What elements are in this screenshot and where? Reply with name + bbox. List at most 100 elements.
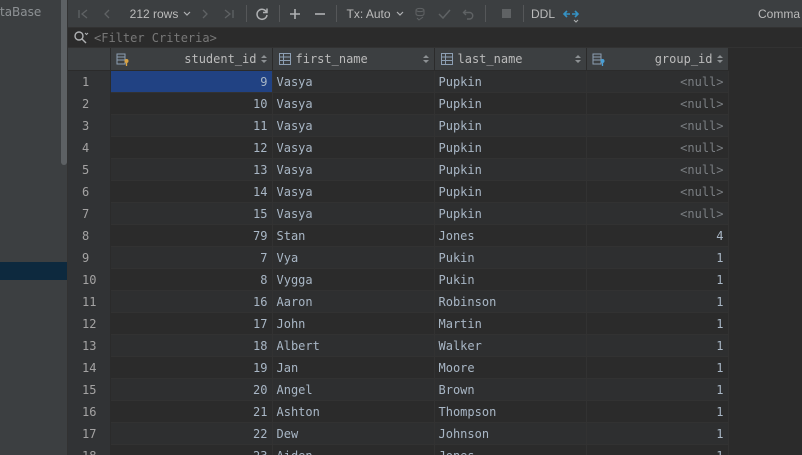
row-number[interactable]: 10: [68, 268, 111, 291]
cell-student-id[interactable]: 20: [110, 378, 273, 401]
column-header-group-id[interactable]: group_id: [586, 48, 729, 71]
row-number[interactable]: 17: [68, 422, 111, 445]
cell-last-name[interactable]: Pupkin: [434, 92, 587, 115]
cell-group-id[interactable]: 1: [586, 422, 729, 445]
row-number[interactable]: 15: [68, 378, 111, 401]
cell-student-id[interactable]: 22: [110, 422, 273, 445]
cell-last-name[interactable]: Walker: [434, 334, 587, 357]
cell-group-id[interactable]: <null>: [586, 158, 729, 181]
cell-last-name[interactable]: Martin: [434, 312, 587, 335]
cell-last-name[interactable]: Thompson: [434, 400, 587, 423]
cell-group-id[interactable]: <null>: [586, 202, 729, 225]
rows-count-dropdown[interactable]: 212 rows: [123, 0, 198, 27]
cell-first-name[interactable]: Stan: [272, 224, 435, 247]
cell-student-id[interactable]: 21: [110, 400, 273, 423]
cell-first-name[interactable]: Vasya: [272, 70, 435, 93]
cell-group-id[interactable]: 1: [586, 290, 729, 313]
cell-last-name[interactable]: Pukin: [434, 268, 587, 291]
table-row[interactable]: 17 22 Dew Johnson 1: [68, 422, 729, 445]
row-number[interactable]: 4: [68, 136, 111, 159]
cell-student-id[interactable]: 8: [110, 268, 273, 291]
cell-last-name[interactable]: Pupkin: [434, 136, 587, 159]
table-row[interactable]: 5 13 Vasya Pupkin <null>: [68, 158, 729, 181]
row-number[interactable]: 13: [68, 334, 111, 357]
cell-student-id[interactable]: 11: [110, 114, 273, 137]
cell-first-name[interactable]: Aaron: [272, 290, 435, 313]
cell-first-name[interactable]: Angel: [272, 378, 435, 401]
selected-tree-row[interactable]: [0, 262, 68, 280]
table-row[interactable]: 2 10 Vasya Pupkin <null>: [68, 92, 729, 115]
cell-last-name[interactable]: Brown: [434, 378, 587, 401]
row-number[interactable]: 6: [68, 180, 111, 203]
cell-group-id[interactable]: 1: [586, 312, 729, 335]
table-row[interactable]: 16 21 Ashton Thompson 1: [68, 400, 729, 423]
cell-last-name[interactable]: Johnson: [434, 422, 587, 445]
cell-last-name[interactable]: Jones: [434, 444, 587, 455]
cell-group-id[interactable]: 1: [586, 400, 729, 423]
cell-student-id[interactable]: 7: [110, 246, 273, 269]
cell-first-name[interactable]: Vasya: [272, 202, 435, 225]
row-number[interactable]: 18: [68, 444, 111, 455]
cell-group-id[interactable]: 1: [586, 356, 729, 379]
row-number[interactable]: 12: [68, 312, 111, 335]
cell-last-name[interactable]: Pupkin: [434, 70, 587, 93]
cell-last-name[interactable]: Jones: [434, 224, 587, 247]
cell-student-id[interactable]: 14: [110, 180, 273, 203]
cell-first-name[interactable]: Ashton: [272, 400, 435, 423]
cell-last-name[interactable]: Pupkin: [434, 180, 587, 203]
cell-last-name[interactable]: Pupkin: [434, 158, 587, 181]
cell-student-id[interactable]: 18: [110, 334, 273, 357]
table-row[interactable]: 15 20 Angel Brown 1: [68, 378, 729, 401]
table-row[interactable]: 7 15 Vasya Pupkin <null>: [68, 202, 729, 225]
cell-first-name[interactable]: Vygga: [272, 268, 435, 291]
row-number[interactable]: 16: [68, 400, 111, 423]
row-number[interactable]: 11: [68, 290, 111, 313]
row-number[interactable]: 9: [68, 246, 111, 269]
sort-icon[interactable]: [574, 54, 581, 64]
cell-student-id[interactable]: 9: [110, 70, 273, 93]
stop-icon[interactable]: [497, 0, 515, 27]
table-row[interactable]: 13 18 Albert Walker 1: [68, 334, 729, 357]
compare-icon[interactable]: [560, 0, 582, 27]
column-header-student-id[interactable]: student_id: [110, 48, 273, 71]
sort-icon[interactable]: [716, 54, 723, 64]
last-page-icon[interactable]: [220, 0, 238, 27]
cell-group-id[interactable]: 1: [586, 334, 729, 357]
rollback-icon[interactable]: [459, 0, 477, 27]
cell-first-name[interactable]: Vasya: [272, 92, 435, 115]
cell-group-id[interactable]: 1: [586, 444, 729, 455]
cell-first-name[interactable]: Jan: [272, 356, 435, 379]
sort-icon[interactable]: [422, 54, 429, 64]
cell-group-id[interactable]: 4: [586, 224, 729, 247]
cell-group-id[interactable]: <null>: [586, 136, 729, 159]
row-number[interactable]: 14: [68, 356, 111, 379]
cell-first-name[interactable]: Vasya: [272, 180, 435, 203]
transaction-mode-dropdown[interactable]: Tx: Auto: [344, 0, 406, 27]
cell-last-name[interactable]: Robinson: [434, 290, 587, 313]
cell-last-name[interactable]: Pupkin: [434, 202, 587, 225]
cell-first-name[interactable]: Vasya: [272, 136, 435, 159]
column-header-last-name[interactable]: last_name: [434, 48, 587, 71]
filter-criteria-input[interactable]: [94, 28, 694, 47]
cell-student-id[interactable]: 23: [110, 444, 273, 455]
cell-student-id[interactable]: 17: [110, 312, 273, 335]
cell-student-id[interactable]: 12: [110, 136, 273, 159]
prev-page-icon[interactable]: [98, 0, 116, 27]
row-number-header[interactable]: [68, 48, 111, 71]
cell-group-id[interactable]: <null>: [586, 70, 729, 93]
cell-last-name[interactable]: Pupkin: [434, 114, 587, 137]
row-number[interactable]: 2: [68, 92, 111, 115]
cell-group-id[interactable]: 1: [586, 268, 729, 291]
row-number[interactable]: 8: [68, 224, 111, 247]
add-row-icon[interactable]: [286, 0, 304, 27]
table-row[interactable]: 6 14 Vasya Pupkin <null>: [68, 180, 729, 203]
cell-student-id[interactable]: 16: [110, 290, 273, 313]
cell-group-id[interactable]: 1: [586, 246, 729, 269]
cell-student-id[interactable]: 19: [110, 356, 273, 379]
table-row[interactable]: 12 17 John Martin 1: [68, 312, 729, 335]
cell-student-id[interactable]: 10: [110, 92, 273, 115]
cell-student-id[interactable]: 79: [110, 224, 273, 247]
cell-group-id[interactable]: <null>: [586, 114, 729, 137]
first-page-icon[interactable]: [74, 0, 92, 27]
cell-first-name[interactable]: Vya: [272, 246, 435, 269]
